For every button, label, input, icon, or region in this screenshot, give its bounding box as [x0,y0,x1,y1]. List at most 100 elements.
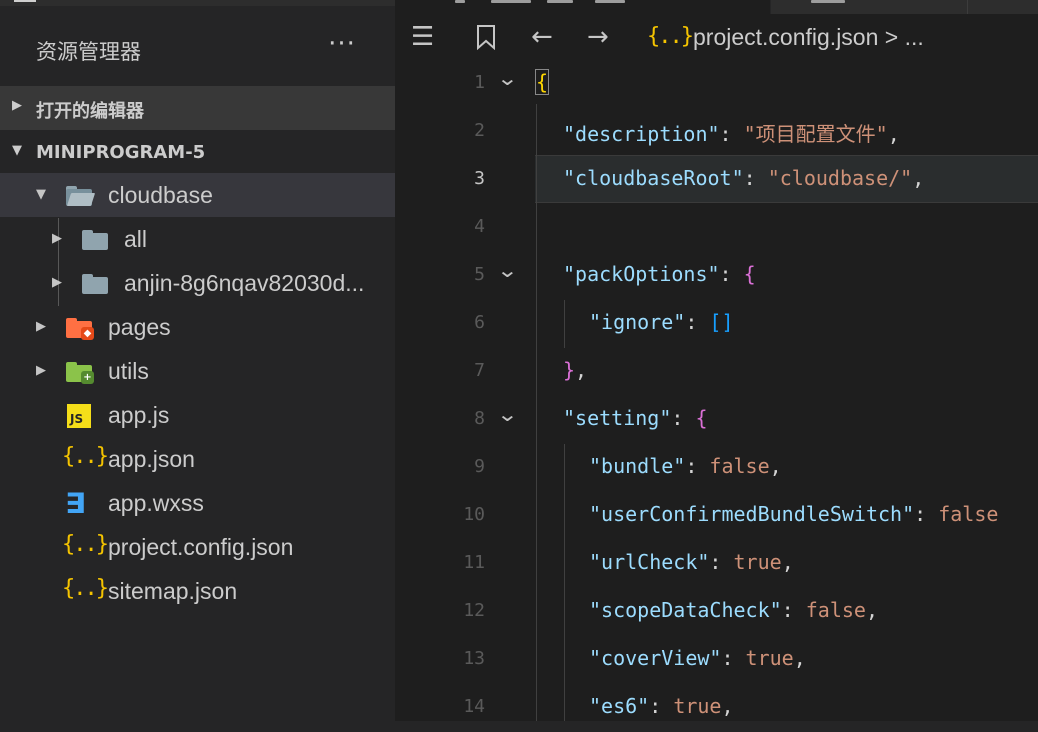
code-line: 2 "description": "项目配置文件", [395,108,1038,156]
project-label: MINIPROGRAM-5 [36,142,206,163]
bookmark-icon[interactable] [475,24,497,55]
json-brace: { [695,406,708,430]
json-boolean: false [805,598,866,622]
code-area[interactable]: 1 ⌄ { 2 "description": "项目配置文件", 3 "clou… [395,60,1038,721]
breadcrumb[interactable]: project.config.json > ... [693,24,924,51]
json-string: "项目配置文件" [743,122,888,146]
code-line: 11 "urlCheck": true, [395,540,1038,588]
tree-item-all[interactable]: ▶ all [0,217,395,261]
json-comma: , [793,646,806,670]
tree-item-label: app.wxss [108,490,204,516]
json-brace: { [743,262,756,286]
fold-chevron-icon[interactable]: ⌄ [496,402,518,426]
more-actions-button[interactable]: ··· [320,30,364,66]
tree-item-pages[interactable]: ▶ ◆ pages [0,305,395,349]
code-line: 12 "scopeDataCheck": false, [395,588,1038,636]
editor-tab-active[interactable] [395,0,770,14]
code-line: 10 "userConfirmedBundleSwitch": false [395,492,1038,540]
json-key: "coverView" [589,646,722,670]
tree-item-app-json[interactable]: {..} app.json [0,437,395,481]
tree-item-project-config[interactable]: {..} project.config.json [0,525,395,569]
folder-open-icon [66,183,96,207]
json-colon: : [914,502,939,526]
tree-item-label: pages [108,314,171,340]
code-editor: ☰ ← → {..} project.config.json > ... 1 ⌄… [395,0,1038,721]
code-line: 8 ⌄ "setting": { [395,396,1038,444]
line-number: 3 [474,168,485,189]
line-number: 4 [474,216,485,237]
json-colon: : [719,122,744,146]
json-colon: : [719,262,744,286]
json-key: "ignore" [589,310,686,334]
sidebar-top-strip [0,0,395,6]
tree-item-sitemap[interactable]: {..} sitemap.json [0,569,395,613]
json-comma: , [721,694,734,718]
editor-tab[interactable] [770,0,966,14]
fold-chevron-icon[interactable]: ⌄ [496,258,518,282]
tree-item-utils[interactable]: ▶ + utils [0,349,395,393]
json-key: "setting" [563,406,672,430]
pages-folder-icon: ◆ [66,315,94,340]
line-number: 13 [463,648,485,669]
json-comma: , [575,358,588,382]
chevron-down-icon: ▼ [12,143,22,158]
json-boolean: true [673,694,722,718]
open-editors-section[interactable]: ▶ 打开的编辑器 [0,86,395,130]
tree-item-app-js[interactable]: JS app.js [0,393,395,437]
tree-item-label: anjin-8g6nqav82030d... [124,270,365,296]
line-number: 12 [463,600,485,621]
chevron-down-icon: ▼ [36,187,46,202]
json-key: "urlCheck" [589,550,710,574]
json-boolean: false [709,454,770,478]
tree-item-cloudbase[interactable]: ▼ cloudbase [0,173,395,217]
code-line: 7 }, [395,348,1038,396]
json-colon: : [671,406,696,430]
line-number: 8 [474,408,485,429]
forward-arrow-icon[interactable]: → [587,24,609,50]
code-line: 5 ⌄ "packOptions": { [395,252,1038,300]
line-number: 14 [463,696,485,717]
project-section[interactable]: ▼ MINIPROGRAM-5 [0,131,395,175]
editor-tab[interactable] [967,0,1038,14]
open-editors-label: 打开的编辑器 [36,101,144,122]
code-line: 6 "ignore": [] [395,300,1038,348]
line-number: 1 [474,72,485,93]
json-key: "packOptions" [563,262,720,286]
outline-list-icon[interactable]: ☰ [411,24,434,50]
tree-item-label: project.config.json [108,534,294,560]
line-number: 9 [474,456,485,477]
json-comma: , [769,454,782,478]
tree-item-anjin[interactable]: ▶ anjin-8g6nqav82030d... [0,261,395,305]
json-file-icon: {..} [62,532,109,557]
json-colon: : [781,598,806,622]
back-arrow-icon[interactable]: ← [531,24,553,50]
tree-item-label: sitemap.json [108,578,238,604]
tree-item-app-wxss[interactable]: ∃ app.wxss [0,481,395,525]
json-boolean: true [733,550,782,574]
json-comma: , [781,550,794,574]
json-colon: : [649,694,674,718]
line-number: 6 [474,312,485,333]
line-number: 11 [463,552,485,573]
json-brace: } [563,358,576,382]
fold-chevron-icon[interactable]: ⌄ [496,66,518,90]
code-line: 4 [395,204,1038,252]
json-brace: { [534,69,550,95]
chevron-right-icon: ▶ [36,363,46,378]
code-line: 9 "bundle": false, [395,444,1038,492]
editor-tab-strip [395,0,1038,14]
code-line: 1 ⌄ { [395,60,1038,108]
json-key: "es6" [589,694,650,718]
tree-item-label: utils [108,358,149,384]
json-string: "cloudbase/" [767,166,913,190]
line-number: 2 [474,120,485,141]
json-key: "description" [563,122,720,146]
folder-icon [82,227,108,251]
tree-item-label: all [124,226,148,252]
json-comma: , [865,598,879,622]
breadcrumb-toolbar: ☰ ← → {..} project.config.json > ... [395,14,1038,66]
json-colon: : [685,310,710,334]
css-file-icon: ∃ [65,487,87,520]
line-number: 10 [463,504,485,525]
chevron-right-icon: ▶ [12,98,22,113]
